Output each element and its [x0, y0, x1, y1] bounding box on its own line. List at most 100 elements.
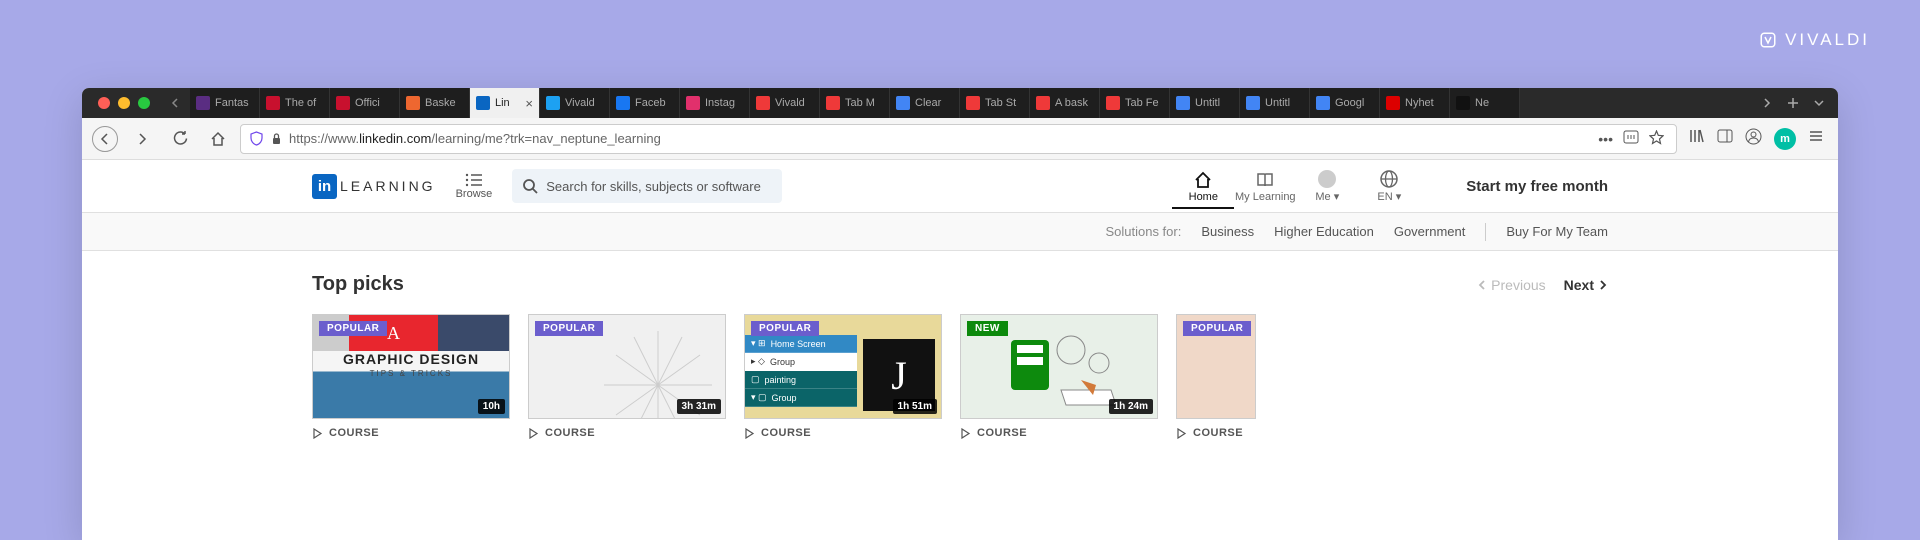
favicon — [686, 96, 700, 110]
tab-title: Untitl — [1195, 97, 1220, 109]
nav-me[interactable]: Me ▾ — [1296, 169, 1358, 203]
tab-title: Offici — [355, 97, 380, 109]
subnav-government[interactable]: Government — [1394, 224, 1466, 239]
duration-badge: 3h 31m — [677, 399, 721, 414]
browser-tab[interactable]: Faceb — [610, 88, 680, 118]
tab-title: Fantas — [215, 97, 249, 109]
browse-button[interactable]: Browse — [450, 173, 499, 200]
browser-tab[interactable]: Offici — [330, 88, 400, 118]
course-card[interactable]: POPULAR COURSE — [1176, 314, 1256, 439]
tabs-menu-button[interactable] — [1806, 89, 1832, 117]
browser-tab[interactable]: Vivald — [750, 88, 820, 118]
browser-tab[interactable]: Tab St — [960, 88, 1030, 118]
subnav-higher-ed[interactable]: Higher Education — [1274, 224, 1374, 239]
favicon — [1386, 96, 1400, 110]
browser-tab[interactable]: Nyhet — [1380, 88, 1450, 118]
linkedin-learning-logo[interactable]: in LEARNING — [312, 174, 436, 199]
tab-title: Tab M — [845, 97, 875, 109]
back-button[interactable] — [92, 126, 118, 152]
browser-tab[interactable]: The of — [260, 88, 330, 118]
favicon — [616, 96, 630, 110]
browser-tab[interactable]: Untitl — [1240, 88, 1310, 118]
favicon — [1246, 96, 1260, 110]
browser-tab[interactable]: Fantas — [190, 88, 260, 118]
nav-home[interactable]: Home — [1172, 169, 1234, 209]
next-button[interactable]: Next — [1564, 277, 1608, 293]
browser-tab[interactable]: Vivald — [540, 88, 610, 118]
learning-wordmark: LEARNING — [340, 178, 436, 194]
favicon — [196, 96, 210, 110]
tabs-container: FantasThe ofOfficiBaskeLin×VivaldFacebIn… — [190, 88, 1748, 118]
divider — [1485, 223, 1486, 241]
new-tab-button[interactable] — [1780, 89, 1806, 117]
tab-scroll-right-button[interactable] — [1754, 89, 1780, 117]
tab-title: Googl — [1335, 97, 1364, 109]
address-bar: https://www.linkedin.com/learning/me?trk… — [82, 118, 1838, 160]
course-card[interactable]: ▾ ⊞ Home Screen ▸ ◇ Group ▢ painting ▾ ▢… — [744, 314, 942, 439]
popular-badge: POPULAR — [751, 321, 819, 336]
vivaldi-brand-logo: VIVALDI — [1759, 30, 1870, 50]
tab-title: The of — [285, 97, 316, 109]
close-window-button[interactable] — [98, 97, 110, 109]
close-tab-icon[interactable]: × — [525, 96, 533, 111]
browser-tab[interactable]: Baske — [400, 88, 470, 118]
popular-badge: POPULAR — [535, 321, 603, 336]
course-thumbnail: POPULAR 3h 31m — [528, 314, 726, 419]
favicon — [826, 96, 840, 110]
favicon — [546, 96, 560, 110]
tab-title: Clear — [915, 97, 941, 109]
user-avatar[interactable]: m — [1774, 128, 1796, 150]
chevron-left-icon — [1477, 280, 1487, 290]
course-type: COURSE — [312, 427, 510, 439]
favicon — [896, 96, 910, 110]
page-content: in LEARNING Browse Search for skills, su… — [82, 160, 1838, 439]
favicon — [1456, 96, 1470, 110]
browser-tab[interactable]: Tab Fe — [1100, 88, 1170, 118]
tab-title: Instag — [705, 97, 735, 109]
bookmark-star-icon[interactable] — [1649, 130, 1664, 148]
library-icon[interactable] — [1689, 128, 1705, 149]
forward-button[interactable] — [128, 125, 156, 153]
start-free-month-button[interactable]: Start my free month — [1446, 178, 1838, 195]
browser-tab[interactable]: Clear — [890, 88, 960, 118]
browser-tab[interactable]: A bask — [1030, 88, 1100, 118]
reload-button[interactable] — [166, 125, 194, 153]
play-icon — [312, 428, 323, 439]
list-icon — [465, 173, 483, 187]
browser-tab[interactable]: Lin× — [470, 88, 540, 118]
section-title: Top picks — [312, 273, 404, 296]
sidebar-icon[interactable] — [1717, 128, 1733, 149]
tab-title: Vivald — [775, 97, 805, 109]
course-card[interactable]: A GRAPHIC DESIGN TIPS & TRICKS POPULAR 1… — [312, 314, 510, 439]
browser-window: FantasThe ofOfficiBaskeLin×VivaldFacebIn… — [82, 88, 1838, 540]
browser-tab[interactable]: Instag — [680, 88, 750, 118]
subnav-business[interactable]: Business — [1201, 224, 1254, 239]
buy-for-team-link[interactable]: Buy For My Team — [1506, 224, 1608, 239]
tab-bar: FantasThe ofOfficiBaskeLin×VivaldFacebIn… — [82, 88, 1838, 118]
favicon — [966, 96, 980, 110]
course-thumbnail: POPULAR — [1176, 314, 1256, 419]
popular-badge: POPULAR — [319, 321, 387, 336]
carousel-pager: Previous Next — [1477, 277, 1608, 293]
search-icon — [522, 178, 538, 194]
menu-icon[interactable] — [1808, 128, 1824, 149]
account-icon[interactable] — [1745, 128, 1762, 150]
minimize-window-button[interactable] — [118, 97, 130, 109]
url-field[interactable]: https://www.linkedin.com/learning/me?trk… — [240, 124, 1677, 154]
tab-title: Faceb — [635, 97, 666, 109]
course-card[interactable]: NEW 1h 24m COURSE — [960, 314, 1158, 439]
course-card[interactable]: POPULAR 3h 31m COURSE — [528, 314, 726, 439]
browser-tab[interactable]: Tab M — [820, 88, 890, 118]
tab-scroll-left-button[interactable] — [164, 89, 186, 117]
search-input[interactable]: Search for skills, subjects or software — [512, 169, 782, 203]
reader-mode-icon[interactable] — [1623, 130, 1639, 147]
nav-my-learning[interactable]: My Learning — [1234, 169, 1296, 203]
browser-tab[interactable]: Ne — [1450, 88, 1520, 118]
course-thumbnail: A GRAPHIC DESIGN TIPS & TRICKS POPULAR 1… — [312, 314, 510, 419]
browser-tab[interactable]: Googl — [1310, 88, 1380, 118]
home-button[interactable] — [204, 125, 232, 153]
nav-language[interactable]: EN ▾ — [1358, 169, 1420, 203]
page-actions-icon[interactable]: ••• — [1598, 131, 1613, 147]
browser-tab[interactable]: Untitl — [1170, 88, 1240, 118]
maximize-window-button[interactable] — [138, 97, 150, 109]
